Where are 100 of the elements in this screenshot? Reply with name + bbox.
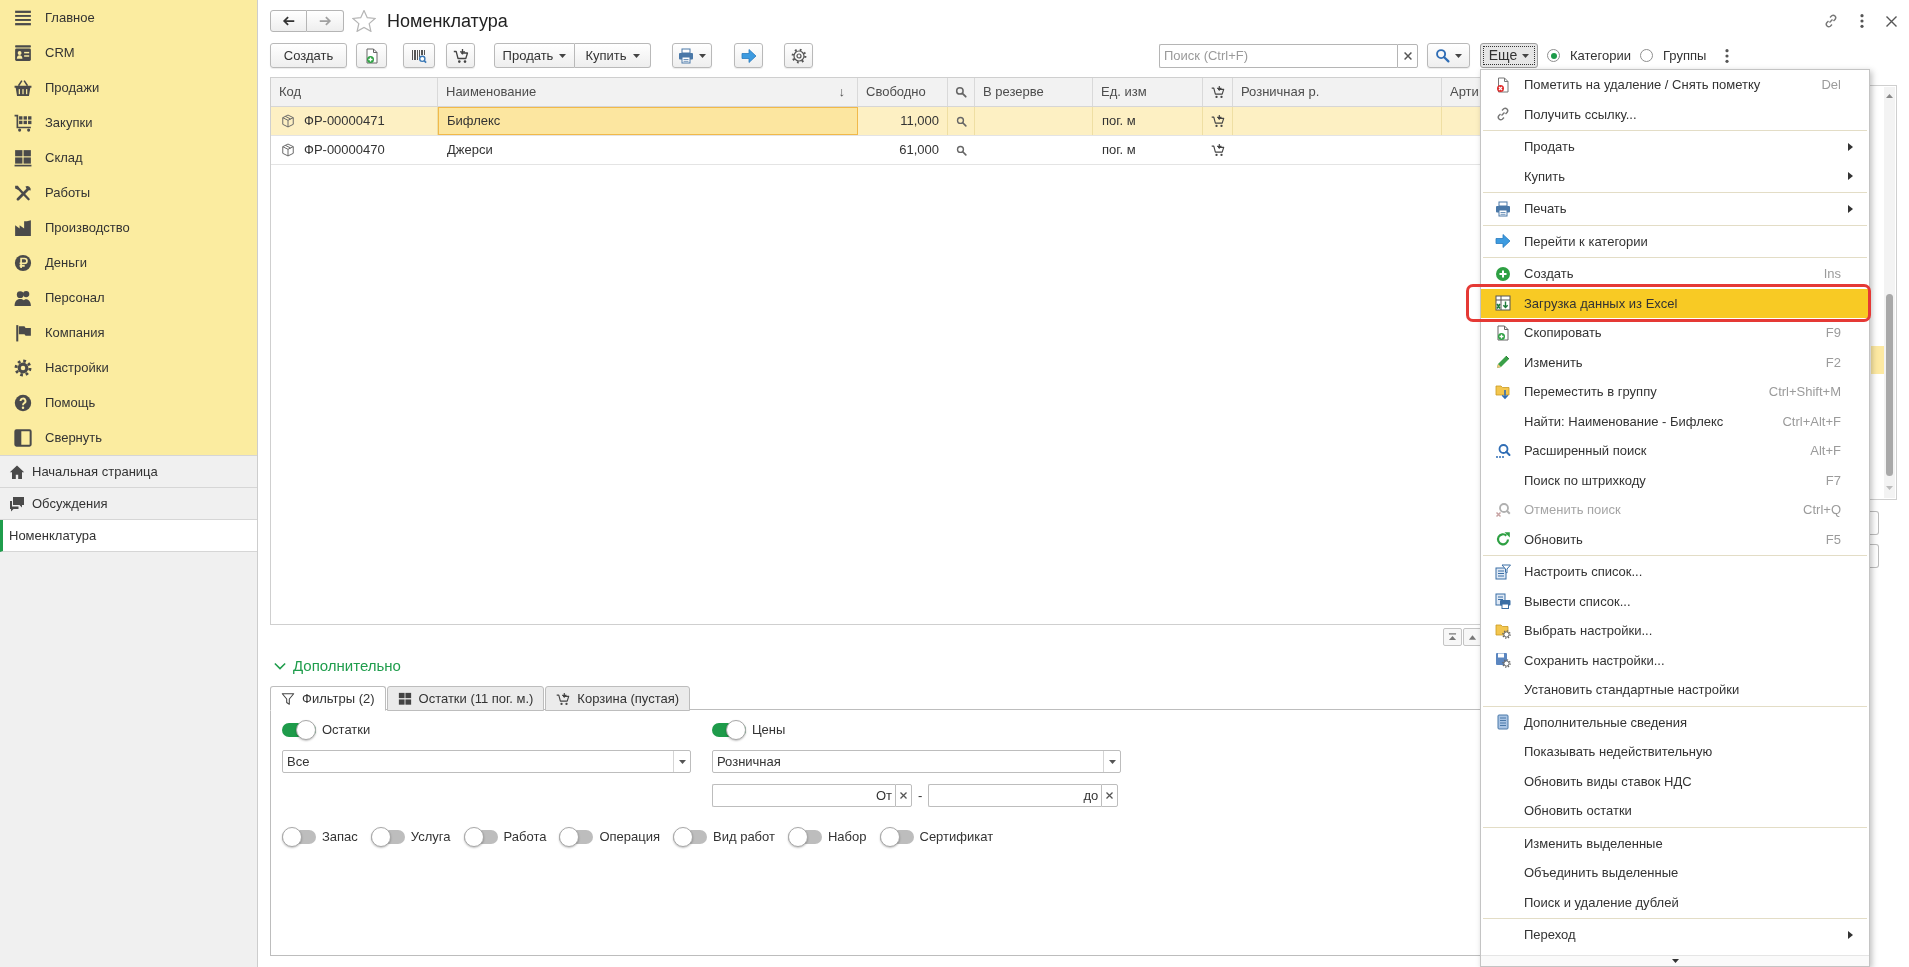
- toggle-switch[interactable]: [673, 827, 708, 847]
- menu-item[interactable]: Перейти к категории: [1481, 226, 1869, 256]
- toggle-switch[interactable]: [559, 827, 594, 847]
- toggle-switch[interactable]: [879, 827, 914, 847]
- link-icon[interactable]: [1823, 13, 1839, 29]
- clear-button[interactable]: [1397, 43, 1418, 68]
- search-field[interactable]: Поиск (Ctrl+F): [1159, 43, 1397, 68]
- input-field[interactable]: до: [928, 784, 1102, 807]
- toggle-switch[interactable]: [712, 720, 746, 740]
- menu-item[interactable]: Поиск по штрихкоду F7: [1481, 465, 1869, 495]
- input-field[interactable]: [1870, 544, 1879, 568]
- toggle-switch[interactable]: [463, 827, 498, 847]
- column-header[interactable]: Розничная р.: [1233, 78, 1442, 106]
- column-header[interactable]: Свободно: [858, 78, 948, 106]
- menu-item[interactable]: Обновить F5: [1481, 524, 1869, 554]
- menu-item[interactable]: Установить стандартные настройки: [1481, 675, 1869, 705]
- document-add-button[interactable]: [356, 43, 387, 68]
- settings-button[interactable]: [784, 43, 813, 68]
- sidebar-item[interactable]: Деньги: [0, 245, 257, 280]
- toggle-switch[interactable]: [787, 827, 822, 847]
- sidebar-item[interactable]: CRM: [0, 35, 257, 70]
- scrollbar-thumb[interactable]: [1886, 294, 1893, 476]
- menu-item[interactable]: Объединить выделенные: [1481, 858, 1869, 888]
- sidebar-item[interactable]: Главное: [0, 0, 257, 35]
- menu-item[interactable]: Изменить F2: [1481, 347, 1869, 377]
- search-button[interactable]: [1427, 43, 1470, 68]
- menu-item[interactable]: Расширенный поиск Alt+F: [1481, 436, 1869, 466]
- menu-item[interactable]: Переход: [1481, 920, 1869, 950]
- column-header[interactable]: Ед. изм: [1093, 78, 1203, 106]
- menu-item[interactable]: Переместить в группу Ctrl+Shift+M: [1481, 377, 1869, 407]
- radio-button[interactable]: [1547, 49, 1560, 62]
- sidebar-item[interactable]: Компания: [0, 315, 257, 350]
- toggle-switch[interactable]: [370, 827, 405, 847]
- menu-item[interactable]: Настроить список...: [1481, 557, 1869, 587]
- menu-item[interactable]: Загрузка данных из Excel: [1481, 288, 1869, 318]
- menu-item[interactable]: Обновить виды ставок НДС: [1481, 766, 1869, 796]
- kebab-menu-icon[interactable]: [1860, 14, 1864, 28]
- window-tab[interactable]: Номенклатура: [0, 520, 257, 552]
- kebab-menu-icon[interactable]: [1725, 48, 1730, 63]
- sidebar-item[interactable]: Склад: [0, 140, 257, 175]
- menu-item[interactable]: Сохранить настройки...: [1481, 645, 1869, 675]
- menu-item[interactable]: Дополнительные сведения: [1481, 707, 1869, 737]
- menu-item[interactable]: Поиск и удаление дублей: [1481, 887, 1869, 917]
- scroll-button[interactable]: [1443, 628, 1462, 646]
- menu-item[interactable]: Создать Ins: [1481, 259, 1869, 289]
- select-field[interactable]: Все: [282, 750, 691, 773]
- sidebar-item[interactable]: Свернуть: [0, 420, 257, 455]
- star-icon[interactable]: [352, 10, 376, 32]
- search-icon[interactable]: [955, 115, 967, 127]
- cart-button[interactable]: [446, 43, 475, 68]
- sell-button[interactable]: Продать: [494, 43, 575, 68]
- sidebar-item[interactable]: Помощь: [0, 385, 257, 420]
- input-field[interactable]: [1870, 511, 1879, 535]
- print-button[interactable]: [672, 43, 712, 68]
- create-button[interactable]: Создать: [270, 43, 347, 68]
- menu-item[interactable]: Купить: [1481, 161, 1869, 191]
- sidebar-item[interactable]: Производство: [0, 210, 257, 245]
- menu-item[interactable]: Выбрать настройки...: [1481, 616, 1869, 646]
- column-header[interactable]: Наименование ↓: [438, 78, 858, 106]
- column-header[interactable]: Код: [271, 78, 438, 106]
- toggle-label: Вид работ: [713, 828, 775, 847]
- cart-icon[interactable]: [1210, 143, 1225, 157]
- toggle-switch[interactable]: [282, 827, 316, 847]
- menu-item[interactable]: Печать: [1481, 194, 1869, 224]
- menu-item[interactable]: Показывать недействительную: [1481, 737, 1869, 767]
- clear-button[interactable]: [895, 784, 912, 807]
- tab[interactable]: Корзина (пустая): [545, 686, 691, 711]
- scrollbar[interactable]: [1884, 87, 1895, 498]
- sidebar-item[interactable]: Продажи: [0, 70, 257, 105]
- menu-item[interactable]: Пометить на удаление / Снять пометку Del: [1481, 70, 1869, 100]
- menu-item[interactable]: Обновить остатки: [1481, 796, 1869, 826]
- menu-item[interactable]: Получить ссылку...: [1481, 99, 1869, 129]
- sidebar-item[interactable]: Работы: [0, 175, 257, 210]
- menu-item[interactable]: Найти: Наименование - Бифлекс Ctrl+Alt+F: [1481, 406, 1869, 436]
- tab[interactable]: Остатки (11 пог. м.): [386, 686, 545, 711]
- barcode-button[interactable]: [403, 43, 435, 68]
- menu-item[interactable]: Вывести список...: [1481, 586, 1869, 616]
- arrow-button[interactable]: [734, 43, 763, 68]
- clear-button[interactable]: [1101, 784, 1119, 807]
- section-toggle[interactable]: Дополнительно: [270, 654, 401, 678]
- toggle-switch[interactable]: [282, 720, 316, 740]
- sidebar-item[interactable]: Закупки: [0, 105, 257, 140]
- menu-item[interactable]: Продать: [1481, 132, 1869, 162]
- more-button[interactable]: Еще: [1480, 43, 1538, 68]
- sidebar-item[interactable]: Настройки: [0, 350, 257, 385]
- back-button[interactable]: [270, 10, 307, 32]
- close-icon[interactable]: [1886, 15, 1897, 27]
- sidebar-item[interactable]: Персонал: [0, 280, 257, 315]
- buy-button[interactable]: Купить: [575, 43, 651, 68]
- tab[interactable]: Фильтры (2): [270, 686, 386, 711]
- cart-icon[interactable]: [1210, 114, 1225, 128]
- radio-button[interactable]: [1640, 49, 1653, 62]
- input-field[interactable]: От: [712, 784, 895, 807]
- search-icon[interactable]: [955, 144, 967, 156]
- form-title: Номенклатура: [387, 9, 508, 33]
- table-row[interactable]: ФР-00000471 Бифлекс 11,000 пог. м: [271, 107, 1481, 136]
- select-field[interactable]: Розничная: [712, 750, 1121, 773]
- menu-item[interactable]: Скопировать F9: [1481, 318, 1869, 348]
- column-header[interactable]: В резерве: [975, 78, 1093, 106]
- menu-item[interactable]: Изменить выделенные: [1481, 828, 1869, 858]
